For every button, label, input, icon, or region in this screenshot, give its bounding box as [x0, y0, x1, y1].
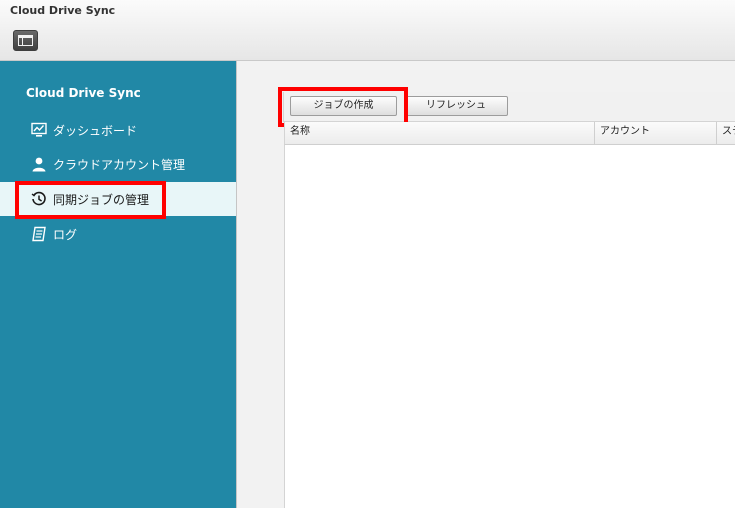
highlight-create-job-box [278, 87, 408, 127]
column-header-account[interactable]: アカウント [595, 122, 717, 144]
column-header-name[interactable]: 名称 [285, 122, 595, 144]
sidebar-item-label: ログ [53, 228, 78, 242]
log-notes-icon [32, 226, 46, 242]
title-bar: Cloud Drive Sync [0, 0, 735, 61]
column-header-status[interactable]: ステ [717, 122, 735, 144]
highlight-sync-jobs-box [15, 181, 166, 219]
sidebar: Cloud Drive Sync ダッシュボード クラウドアカウント管理 同期ジ… [0, 61, 236, 508]
sidebar-item-dashboard[interactable]: ダッシュボード [0, 113, 236, 147]
sidebar-item-label: クラウドアカウント管理 [53, 158, 186, 172]
user-icon [32, 157, 46, 172]
sidebar-item-cloud-accounts[interactable]: クラウドアカウント管理 [0, 147, 236, 181]
job-table-body [284, 145, 735, 508]
sidebar-title: Cloud Drive Sync [26, 86, 141, 100]
layout-icon [18, 35, 33, 46]
job-table-header: 名称 アカウント ステ [284, 122, 735, 145]
dashboard-monitor-icon [31, 122, 47, 137]
toggle-layout-button[interactable] [13, 30, 38, 51]
app-title: Cloud Drive Sync [10, 4, 116, 17]
sidebar-item-label: ダッシュボード [53, 124, 138, 138]
refresh-button[interactable]: リフレッシュ [404, 96, 508, 116]
sidebar-item-logs[interactable]: ログ [0, 217, 236, 251]
